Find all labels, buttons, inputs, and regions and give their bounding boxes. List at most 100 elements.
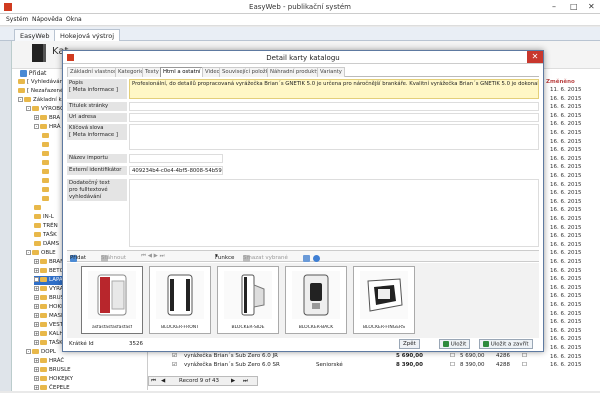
menu-windows[interactable]: Okna xyxy=(66,16,82,23)
row-checkbox[interactable]: ☑ xyxy=(172,353,177,359)
row-checkbox[interactable]: ☐ xyxy=(522,353,527,359)
maximize-icon[interactable]: □ xyxy=(570,2,578,11)
image-thumbnail[interactable]: BLOCKER-FRONT xyxy=(149,266,211,334)
table-row[interactable]: ☑ vyrážečka Brian´s Sub Zero 6.0 JR 5 69… xyxy=(150,352,546,360)
expand-icon[interactable]: + xyxy=(34,340,39,345)
import-name-input[interactable] xyxy=(129,154,223,163)
tree-item[interactable]: - HRÁ xyxy=(34,123,61,132)
nav-prev-icon[interactable]: ◀ xyxy=(161,378,165,384)
tree-item[interactable]: [ Nezařazené ] xyxy=(18,87,67,96)
tree-item[interactable]: + BETO xyxy=(34,267,64,276)
side-panel-strip[interactable] xyxy=(0,41,12,391)
tree-item[interactable]: + BRA xyxy=(34,114,60,123)
tree-item[interactable]: + ČEPELE xyxy=(34,384,70,393)
tree-item[interactable]: - OBLE xyxy=(26,249,56,258)
row-checkbox[interactable]: ☐ xyxy=(522,362,527,368)
external-id-input[interactable]: 409234b4-c0e4-4bf5-8008-54b59ac1 xyxy=(129,166,223,175)
tree-item[interactable]: + VYRA xyxy=(34,285,63,294)
collapse-icon[interactable]: - xyxy=(18,97,23,102)
tree-item[interactable]: + TAŠK xyxy=(34,339,63,348)
tree-item[interactable]: IN-L xyxy=(34,213,54,222)
tree-item[interactable] xyxy=(42,132,51,141)
expand-icon[interactable]: + xyxy=(34,286,39,291)
minimize-icon[interactable]: – xyxy=(552,2,556,11)
fulltext-input[interactable] xyxy=(129,179,539,247)
tree-item[interactable]: + BRUS xyxy=(34,294,64,303)
gallery-nav-icons[interactable]: ⏮ ◀ ▶ ⏭ xyxy=(141,253,165,260)
expand-icon[interactable]: + xyxy=(34,331,39,336)
column-header-changed[interactable]: Změněno xyxy=(546,79,575,85)
tree-item-selected[interactable]: + LAPA xyxy=(34,276,66,285)
image-thumbnail[interactable]: BLOCKER-SIDE xyxy=(217,266,279,334)
tree-item[interactable] xyxy=(42,150,51,159)
page-title-input[interactable] xyxy=(129,102,539,111)
tree-item[interactable]: TRÉN xyxy=(34,222,58,231)
expand-icon[interactable]: + xyxy=(34,304,39,309)
row-checkbox[interactable]: ☑ xyxy=(172,362,177,368)
image-thumbnail[interactable]: BLOCKER-FINGERS xyxy=(353,266,415,334)
tab-replacement-products[interactable]: Náhradní produkty xyxy=(267,67,323,77)
menu-help[interactable]: Nápověda xyxy=(32,16,62,23)
tree-item[interactable]: + MASK xyxy=(34,312,65,321)
expand-icon[interactable]: + xyxy=(34,295,39,300)
tree-item[interactable]: + HOKEJKY xyxy=(34,375,73,384)
description-input[interactable]: Profesionální, do detailů propracovaná v… xyxy=(129,79,539,99)
dialog-title-bar[interactable]: Detail karty katalogu ✕ xyxy=(63,51,543,64)
row-checkbox[interactable]: ☐ xyxy=(450,353,455,359)
expand-icon[interactable]: + xyxy=(34,358,39,363)
tree-item[interactable]: + BRUSLE xyxy=(34,366,71,375)
back-button[interactable]: Zpět xyxy=(399,339,420,349)
tree-item[interactable] xyxy=(42,141,51,150)
url-input[interactable] xyxy=(129,113,539,122)
tree-item[interactable] xyxy=(42,177,51,186)
save-button[interactable]: Uložit xyxy=(439,339,471,349)
row-checkbox[interactable]: ☐ xyxy=(450,362,455,368)
close-icon[interactable]: ✕ xyxy=(588,2,595,11)
nav-last-icon[interactable]: ⏭ xyxy=(243,378,248,385)
collapse-icon[interactable]: - xyxy=(26,250,31,255)
tree-item[interactable]: DÁMS xyxy=(34,240,59,249)
tree-item[interactable] xyxy=(42,159,51,168)
tree-item[interactable]: [ Vyhledávání ] xyxy=(18,78,69,87)
keywords-input[interactable] xyxy=(129,124,539,150)
image-thumbnail[interactable]: BLOCKER-BACK xyxy=(285,266,347,334)
tree-item[interactable]: - VÝROBCI xyxy=(26,105,65,114)
image-thumbnail[interactable]: asfasfasfasfasfasf xyxy=(81,266,143,334)
menu-system[interactable]: Systém xyxy=(6,16,28,23)
expand-icon[interactable]: + xyxy=(34,385,39,390)
expand-icon[interactable]: + xyxy=(34,115,39,120)
tree-item[interactable]: + HRÁČ xyxy=(34,357,64,366)
expand-icon[interactable]: + xyxy=(34,277,39,282)
collapse-icon[interactable]: - xyxy=(34,124,39,129)
tab-easyweb[interactable]: EasyWeb xyxy=(14,29,56,41)
tab-hokejova-vystroj[interactable]: Hokejová výstroj xyxy=(54,29,121,41)
record-navigator[interactable]: ⏮ ◀ Record 9 of 43 ▶ ⏭ xyxy=(148,376,258,386)
dialog-close-button[interactable]: ✕ xyxy=(527,51,543,63)
nav-next-icon[interactable]: ▶ xyxy=(231,378,235,384)
gallery-functions-menu[interactable]: Funkce ▾ xyxy=(215,253,234,261)
save-close-button[interactable]: Uložit a zavřít xyxy=(479,339,533,349)
tree-item[interactable] xyxy=(34,204,43,213)
expand-icon[interactable]: + xyxy=(34,322,39,327)
tree-item[interactable]: + HOKE xyxy=(34,303,65,312)
table-row[interactable]: ☑ vyrážečka Brian´s Sub Zero 6.0 SR Seni… xyxy=(150,361,546,369)
tab-texts[interactable]: Texty xyxy=(142,67,162,77)
expand-icon[interactable]: + xyxy=(34,259,39,264)
tree-item[interactable]: + VEST xyxy=(34,321,63,330)
catalog-add-button[interactable]: Přidat xyxy=(20,70,46,77)
collapse-icon[interactable]: - xyxy=(26,106,31,111)
expand-icon[interactable]: + xyxy=(34,268,39,273)
expand-icon[interactable]: + xyxy=(34,376,39,381)
tree-item[interactable]: + KALH xyxy=(34,330,63,339)
expand-icon[interactable]: + xyxy=(34,313,39,318)
tree-item[interactable] xyxy=(42,186,51,195)
tree-item[interactable] xyxy=(42,168,51,177)
tree-item[interactable]: - DOPL xyxy=(26,348,56,357)
expand-icon[interactable]: + xyxy=(34,367,39,372)
tree-item[interactable]: TAŠK xyxy=(34,231,57,240)
tab-html-other[interactable]: Html a ostatní xyxy=(160,67,204,77)
collapse-icon[interactable]: - xyxy=(26,349,31,354)
tree-item[interactable] xyxy=(42,195,51,204)
nav-first-icon[interactable]: ⏮ xyxy=(151,378,156,385)
tab-variants[interactable]: Varianty xyxy=(317,67,345,77)
